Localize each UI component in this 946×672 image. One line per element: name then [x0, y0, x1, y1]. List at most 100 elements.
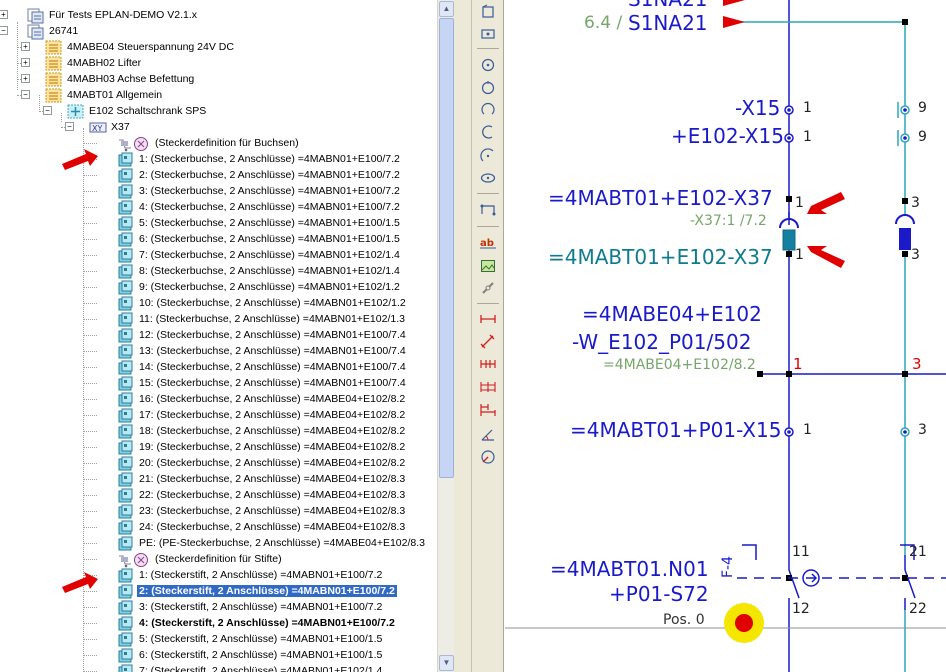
tree-item[interactable]: 1: (Steckerstift, 2 Anschlüsse) =4MABN01… [137, 567, 384, 583]
tree-item[interactable]: 3: (Steckerbuchse, 2 Anschlüsse) =4MABN0… [137, 183, 402, 199]
connector-pin-icon [117, 424, 133, 439]
scroll-down-button[interactable]: ▼ [439, 655, 454, 671]
tree-item[interactable]: 13: (Steckerbuchse, 2 Anschlüsse) =4MABN… [137, 343, 408, 359]
dimension-baseline-tool[interactable] [478, 400, 498, 420]
text-tool[interactable]: ab [478, 232, 498, 252]
tree-item[interactable]: 5: (Steckerstift, 2 Anschlüsse) =4MABN01… [137, 631, 384, 647]
scroll-up-button[interactable]: ▲ [439, 1, 454, 17]
dimension-angle-tool[interactable] [478, 424, 498, 444]
expand-icon[interactable]: + [21, 74, 30, 83]
tree-item[interactable]: 4MABH02 Lifter [65, 55, 143, 71]
tree-item-label: 4: (Steckerbuchse, 2 Anschlüsse) =4MABN0… [139, 201, 400, 213]
tree-item[interactable]: 12: (Steckerbuchse, 2 Anschlüsse) =4MABN… [137, 327, 408, 343]
circle-tool[interactable] [478, 55, 498, 75]
tree-item[interactable]: 15: (Steckerbuchse, 2 Anschlüsse) =4MABN… [137, 375, 408, 391]
expand-icon[interactable]: + [0, 10, 8, 19]
plug-socket-right [895, 214, 915, 225]
tree-item[interactable]: 4: (Steckerstift, 2 Anschlüsse) =4MABN01… [137, 615, 397, 631]
dimension-linear-tool[interactable] [478, 309, 498, 329]
tree-item[interactable]: 24: (Steckerbuchse, 2 Anschlüsse) =4MABE… [137, 519, 407, 535]
tree-item[interactable]: 8: (Steckerbuchse, 2 Anschlüsse) =4MABN0… [137, 263, 402, 279]
tree-item[interactable]: 4MABT01 Allgemein [65, 87, 164, 103]
connector-pin-icon [117, 184, 133, 199]
callout-arrow-bottom [807, 246, 845, 268]
hyperlink-tool[interactable] [478, 279, 498, 299]
tree-item[interactable]: 4MABE04 Steuerspannung 24V DC [65, 39, 236, 55]
tree-item[interactable]: 4MABH03 Achse Befettung [65, 71, 196, 87]
collapse-icon[interactable]: − [43, 106, 52, 115]
tree-item-label: 24: (Steckerbuchse, 2 Anschlüsse) =4MABE… [139, 521, 406, 533]
tree-item[interactable]: 2: (Steckerbuchse, 2 Anschlüsse) =4MABN0… [137, 167, 402, 183]
dimension-chain-tool[interactable] [478, 354, 498, 374]
plug-definition-icon [117, 136, 148, 152]
arc-center-tool[interactable] [478, 122, 498, 142]
tree-item[interactable]: 23: (Steckerbuchse, 2 Anschlüsse) =4MABE… [137, 503, 407, 519]
ellipse-tool[interactable] [478, 168, 498, 188]
terminal-e102-x15-label: +E102-X15 [671, 124, 784, 148]
tree-item[interactable]: 7: (Steckerstift, 2 Anschlüsse) =4MABN01… [137, 663, 384, 672]
tree-item[interactable]: E102 Schaltschrank SPS [87, 103, 208, 119]
connector-pin-icon [117, 328, 133, 343]
expand-icon[interactable]: + [21, 42, 30, 51]
dimension-aligned-tool[interactable] [478, 332, 498, 352]
schematic-canvas[interactable]: 6.4 / S1NA21 S1NA21 -X15 1 9 +E102-X15 1… [505, 0, 946, 672]
tree-item[interactable]: 10: (Steckerbuchse, 2 Anschlüsse) =4MABN… [137, 295, 408, 311]
insert-box-tool[interactable] [478, 2, 498, 22]
tree-item[interactable]: 7: (Steckerbuchse, 2 Anschlüsse) =4MABN0… [137, 247, 402, 263]
tree-item[interactable]: X37 [109, 119, 132, 135]
circle-3point-tool[interactable] [478, 78, 498, 98]
tree-item[interactable]: 6: (Steckerbuchse, 2 Anschlüsse) =4MABN0… [137, 231, 402, 247]
plug-icon: XY [89, 120, 107, 134]
connector-pin-icon [117, 280, 133, 295]
tree-item[interactable]: 6: (Steckerstift, 2 Anschlüsse) =4MABN01… [137, 647, 384, 663]
project-tree[interactable]: + Für Tests EPLAN-DEMO V2.1.x − 26741 +4MABE… [0, 0, 437, 672]
tree-item[interactable]: 9: (Steckerbuchse, 2 Anschlüsse) =4MABN0… [137, 279, 402, 295]
panel-splitter[interactable] [454, 0, 472, 672]
tree-item-label: 16: (Steckerbuchse, 2 Anschlüsse) =4MABE… [139, 393, 406, 405]
arc-tool[interactable] [478, 100, 498, 120]
collapse-icon[interactable]: − [0, 26, 8, 35]
tree-scrollbar[interactable]: ▲ ▼ [437, 0, 454, 672]
connector-pin-icon [117, 456, 133, 471]
tree-item[interactable]: (Steckerdefinition für Stifte) [153, 551, 284, 567]
tree-item[interactable]: PE: (PE-Steckerbuchse, 2 Anschlüsse) =4M… [137, 535, 427, 551]
connector-pin-icon [117, 504, 133, 519]
tree-item[interactable]: 19: (Steckerbuchse, 2 Anschlüsse) =4MABE… [137, 439, 407, 455]
tree-item[interactable]: 5: (Steckerbuchse, 2 Anschlüsse) =4MABN0… [137, 215, 402, 231]
connector-pin-icon [117, 168, 133, 183]
tree-item[interactable]: Für Tests EPLAN-DEMO V2.1.x [47, 7, 199, 23]
location-icon [67, 104, 84, 119]
tree-item[interactable]: 26741 [47, 23, 80, 39]
dimension-incremental-tool[interactable] [478, 377, 498, 397]
tree-item-label: 4MABH02 Lifter [67, 57, 142, 69]
tree-item[interactable]: 14: (Steckerbuchse, 2 Anschlüsse) =4MABN… [137, 359, 408, 375]
dimension-radius-tool[interactable] [478, 447, 498, 467]
collapse-icon[interactable]: − [21, 90, 30, 99]
arc-3point-tool[interactable] [478, 146, 498, 166]
tree-item[interactable]: 11: (Steckerbuchse, 2 Anschlüsse) =4MABN… [137, 311, 407, 327]
tree-item-label: 26741 [49, 25, 79, 37]
expand-icon[interactable]: + [21, 58, 30, 67]
collapse-icon[interactable]: − [65, 122, 74, 131]
reference-name: S1NA21 [628, 11, 708, 35]
insert-frame-tool[interactable] [478, 24, 498, 44]
tree-item[interactable]: 21: (Steckerbuchse, 2 Anschlüsse) =4MABE… [137, 471, 407, 487]
spline-tool[interactable] [478, 200, 498, 220]
tree-item[interactable]: 4: (Steckerbuchse, 2 Anschlüsse) =4MABN0… [137, 199, 402, 215]
switch-label-function: =4MABT01.N01 [550, 557, 709, 581]
tree-item-label: 20: (Steckerbuchse, 2 Anschlüsse) =4MABE… [139, 457, 406, 469]
tree-item[interactable]: 16: (Steckerbuchse, 2 Anschlüsse) =4MABE… [137, 391, 407, 407]
tree-item[interactable]: 20: (Steckerbuchse, 2 Anschlüsse) =4MABE… [137, 455, 407, 471]
tree-item[interactable]: 2: (Steckerstift, 2 Anschlüsse) =4MABN01… [137, 583, 397, 599]
tree-item[interactable]: 3: (Steckerstift, 2 Anschlüsse) =4MABN01… [137, 599, 384, 615]
scroll-thumb[interactable] [439, 18, 454, 478]
switch-contact-right [904, 569, 916, 599]
tree-item[interactable]: 18: (Steckerbuchse, 2 Anschlüsse) =4MABE… [137, 423, 407, 439]
image-tool[interactable] [478, 256, 498, 276]
switch-contact-left [788, 569, 800, 599]
tree-item[interactable]: (Steckerdefinition für Buchsen) [153, 135, 301, 151]
tree-item[interactable]: 17: (Steckerbuchse, 2 Anschlüsse) =4MABE… [137, 407, 407, 423]
tree-item-label: (Steckerdefinition für Stifte) [155, 553, 282, 565]
tree-item[interactable]: 22: (Steckerbuchse, 2 Anschlüsse) =4MABE… [137, 487, 407, 503]
tree-item[interactable]: 1: (Steckerbuchse, 2 Anschlüsse) =4MABN0… [137, 151, 402, 167]
